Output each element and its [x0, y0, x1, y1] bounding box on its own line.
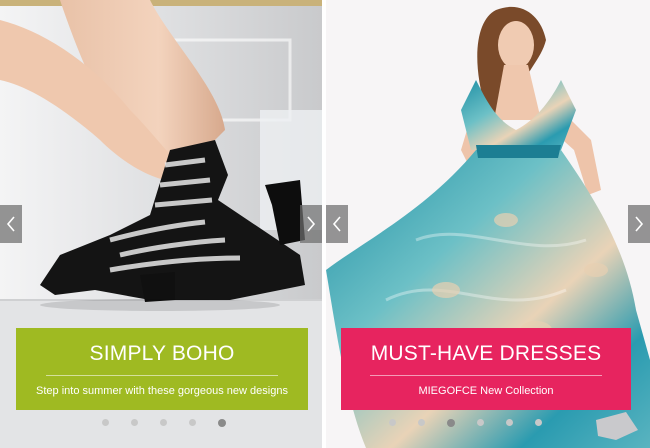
chevron-right-icon — [307, 216, 316, 232]
pagination-dots — [102, 419, 248, 427]
slide-title: SIMPLY BOHO — [89, 342, 235, 365]
chevron-right-icon — [635, 216, 644, 232]
slide-caption[interactable]: MUST-HAVE DRESSES MIEGOFCE New Collectio… — [341, 328, 631, 410]
pagination-dots — [389, 419, 564, 427]
prev-arrow[interactable] — [326, 205, 348, 243]
next-arrow[interactable] — [628, 205, 650, 243]
pagination-dot-active[interactable] — [218, 419, 226, 427]
next-arrow[interactable] — [300, 205, 322, 243]
pagination-dot[interactable] — [506, 419, 513, 426]
pagination-dot[interactable] — [131, 419, 138, 426]
pagination-dot[interactable] — [535, 419, 542, 426]
slide-sandals[interactable]: SIMPLY BOHO Step into summer with these … — [0, 0, 322, 448]
pagination-dot[interactable] — [189, 419, 196, 426]
pagination-dot-active[interactable] — [447, 419, 455, 427]
pagination-dot[interactable] — [477, 419, 484, 426]
slide-title: MUST-HAVE DRESSES — [370, 342, 602, 365]
slide-subtitle: Step into summer with these gorgeous new… — [36, 385, 288, 397]
prev-arrow[interactable] — [0, 205, 22, 243]
chevron-left-icon — [6, 216, 15, 232]
slide-subtitle: MIEGOFCE New Collection — [418, 385, 554, 397]
pagination-dot[interactable] — [418, 419, 425, 426]
pagination-dot[interactable] — [160, 419, 167, 426]
pagination-dot[interactable] — [102, 419, 109, 426]
caption-divider — [46, 375, 278, 376]
caption-divider — [370, 375, 602, 376]
promo-carousel: SIMPLY BOHO Step into summer with these … — [0, 0, 650, 448]
pagination-dot[interactable] — [389, 419, 396, 426]
chevron-left-icon — [332, 216, 341, 232]
slide-caption[interactable]: SIMPLY BOHO Step into summer with these … — [16, 328, 308, 410]
